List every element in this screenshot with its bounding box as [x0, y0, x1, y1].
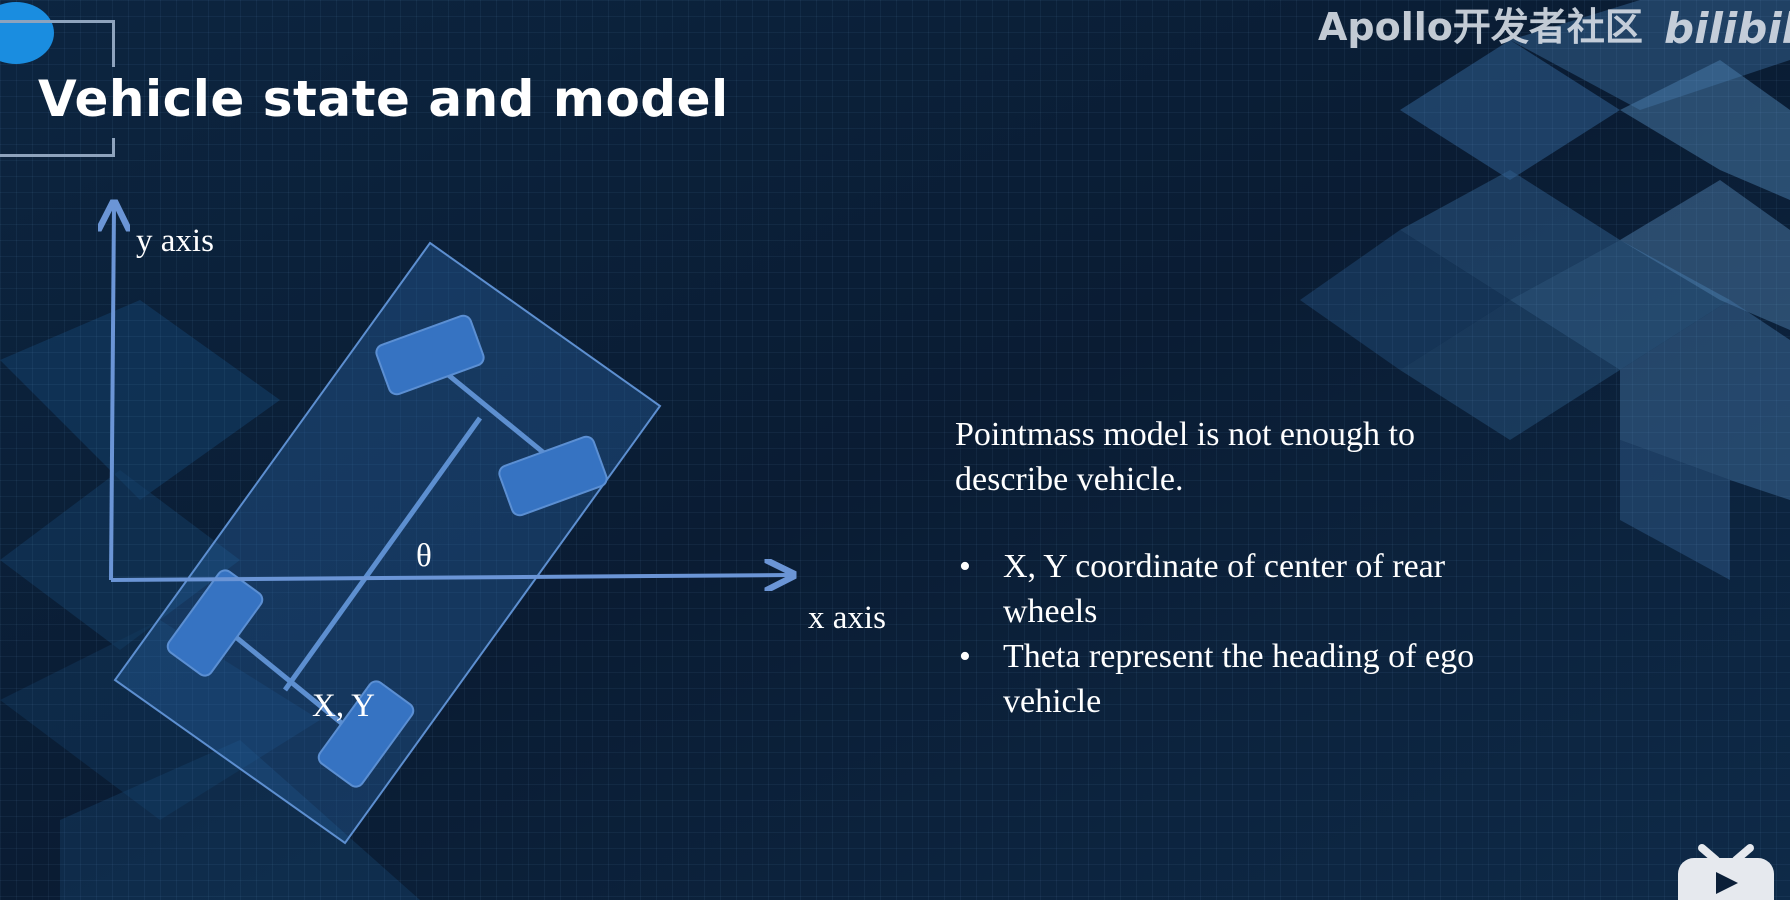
- bullet-text: X, Y coordinate of center of rear wheels: [1003, 548, 1446, 630]
- intro-paragraph: Pointmass model is not enough to describ…: [955, 416, 1415, 498]
- slide: Vehicle state and model Apollo开发者社区 bili…: [0, 0, 1790, 900]
- theta-label: θ: [416, 538, 432, 574]
- vehicle-diagram: [0, 0, 1790, 845]
- bullet-text: Theta represent the heading of ego vehic…: [1003, 638, 1475, 720]
- xy-point-label: X, Y: [312, 688, 375, 724]
- list-item: • Theta represent the heading of ego veh…: [955, 634, 1515, 724]
- y-axis-label: y axis: [136, 223, 214, 259]
- bullet-glyph: •: [959, 638, 971, 675]
- bullet-glyph: •: [959, 548, 971, 585]
- list-item: • X, Y coordinate of center of rear whee…: [955, 544, 1515, 634]
- bullet-list: • X, Y coordinate of center of rear whee…: [955, 544, 1515, 724]
- y-axis: [111, 206, 114, 581]
- bilibili-tv-icon[interactable]: [1676, 842, 1776, 900]
- x-axis-label: x axis: [808, 600, 886, 636]
